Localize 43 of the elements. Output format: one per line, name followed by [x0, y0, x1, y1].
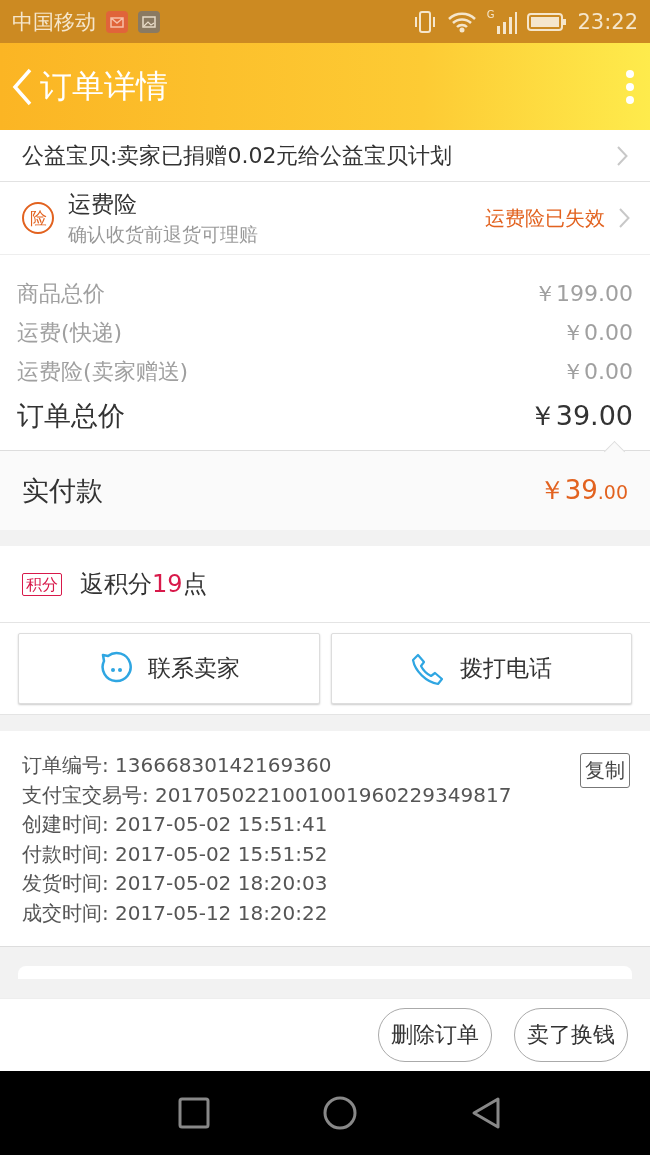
insurance-title: 运费险 [68, 189, 138, 219]
price-label: 运费险(卖家赠送) [17, 358, 189, 386]
contact-button[interactable]: 拨打电话 [330, 633, 632, 704]
price-label: 商品总价 [17, 280, 105, 308]
price-label: 运费(快递) [17, 319, 123, 347]
price-value: ￥0.00 [562, 319, 633, 347]
order-info-line: 创建时间: 2017-05-02 15:51:41 [22, 811, 329, 838]
carrier-name: 中国移动 [12, 8, 96, 36]
price-value: ￥199.00 [534, 280, 633, 308]
contact-button[interactable]: 联系卖家 [18, 633, 320, 704]
image-notification-icon [138, 10, 160, 33]
insurance-subtitle: 确认收货前退货可理赔 [68, 221, 259, 247]
recent-apps-icon[interactable] [178, 1097, 210, 1129]
charity-note: 公益宝贝:卖家已捐赠0.02元给公益宝贝计划 [22, 142, 454, 169]
order-info-line: 付款时间: 2017-05-02 15:51:52 [22, 840, 329, 868]
order-info-line: 支付宝交易号: 2017050221001001960229349817 [22, 781, 513, 809]
paid-amount: ￥39.00 [538, 474, 628, 507]
chevron-right-icon [619, 208, 630, 228]
order-info-line: 发货时间: 2017-05-02 18:20:03 [22, 870, 329, 897]
action-button[interactable]: 卖了换钱 [514, 1008, 628, 1062]
action-button[interactable]: 删除订单 [378, 1008, 492, 1062]
mail-notification-icon [106, 10, 128, 33]
price-label: 订单总价 [17, 399, 125, 433]
paid-label: 实付款 [22, 473, 103, 508]
vibrate-icon [412, 9, 437, 34]
order-info-line: 订单编号: 13666830142169360 [22, 752, 333, 779]
insurance-status[interactable]: 运费险已失效 [485, 204, 605, 232]
copy-button[interactable]: 复制 [580, 753, 630, 788]
wifi-icon [446, 10, 477, 33]
battery-icon [527, 11, 568, 32]
price-value: ￥0.00 [562, 358, 633, 386]
clock-time: 23:22 [577, 9, 638, 34]
points-text: 返积分19点 [80, 569, 207, 600]
chevron-right-icon [617, 145, 628, 166]
order-info-line: 成交时间: 2017-05-12 18:20:22 [22, 899, 329, 927]
back-icon[interactable] [470, 1096, 502, 1130]
insurance-badge: 险 [22, 202, 54, 234]
points-badge: 积分 [22, 572, 62, 596]
page-title: 订单详情 [40, 65, 169, 107]
signal-icon [495, 9, 518, 34]
network-type: G [486, 9, 495, 20]
price-value: ￥39.00 [528, 399, 633, 433]
home-icon[interactable] [322, 1095, 358, 1131]
